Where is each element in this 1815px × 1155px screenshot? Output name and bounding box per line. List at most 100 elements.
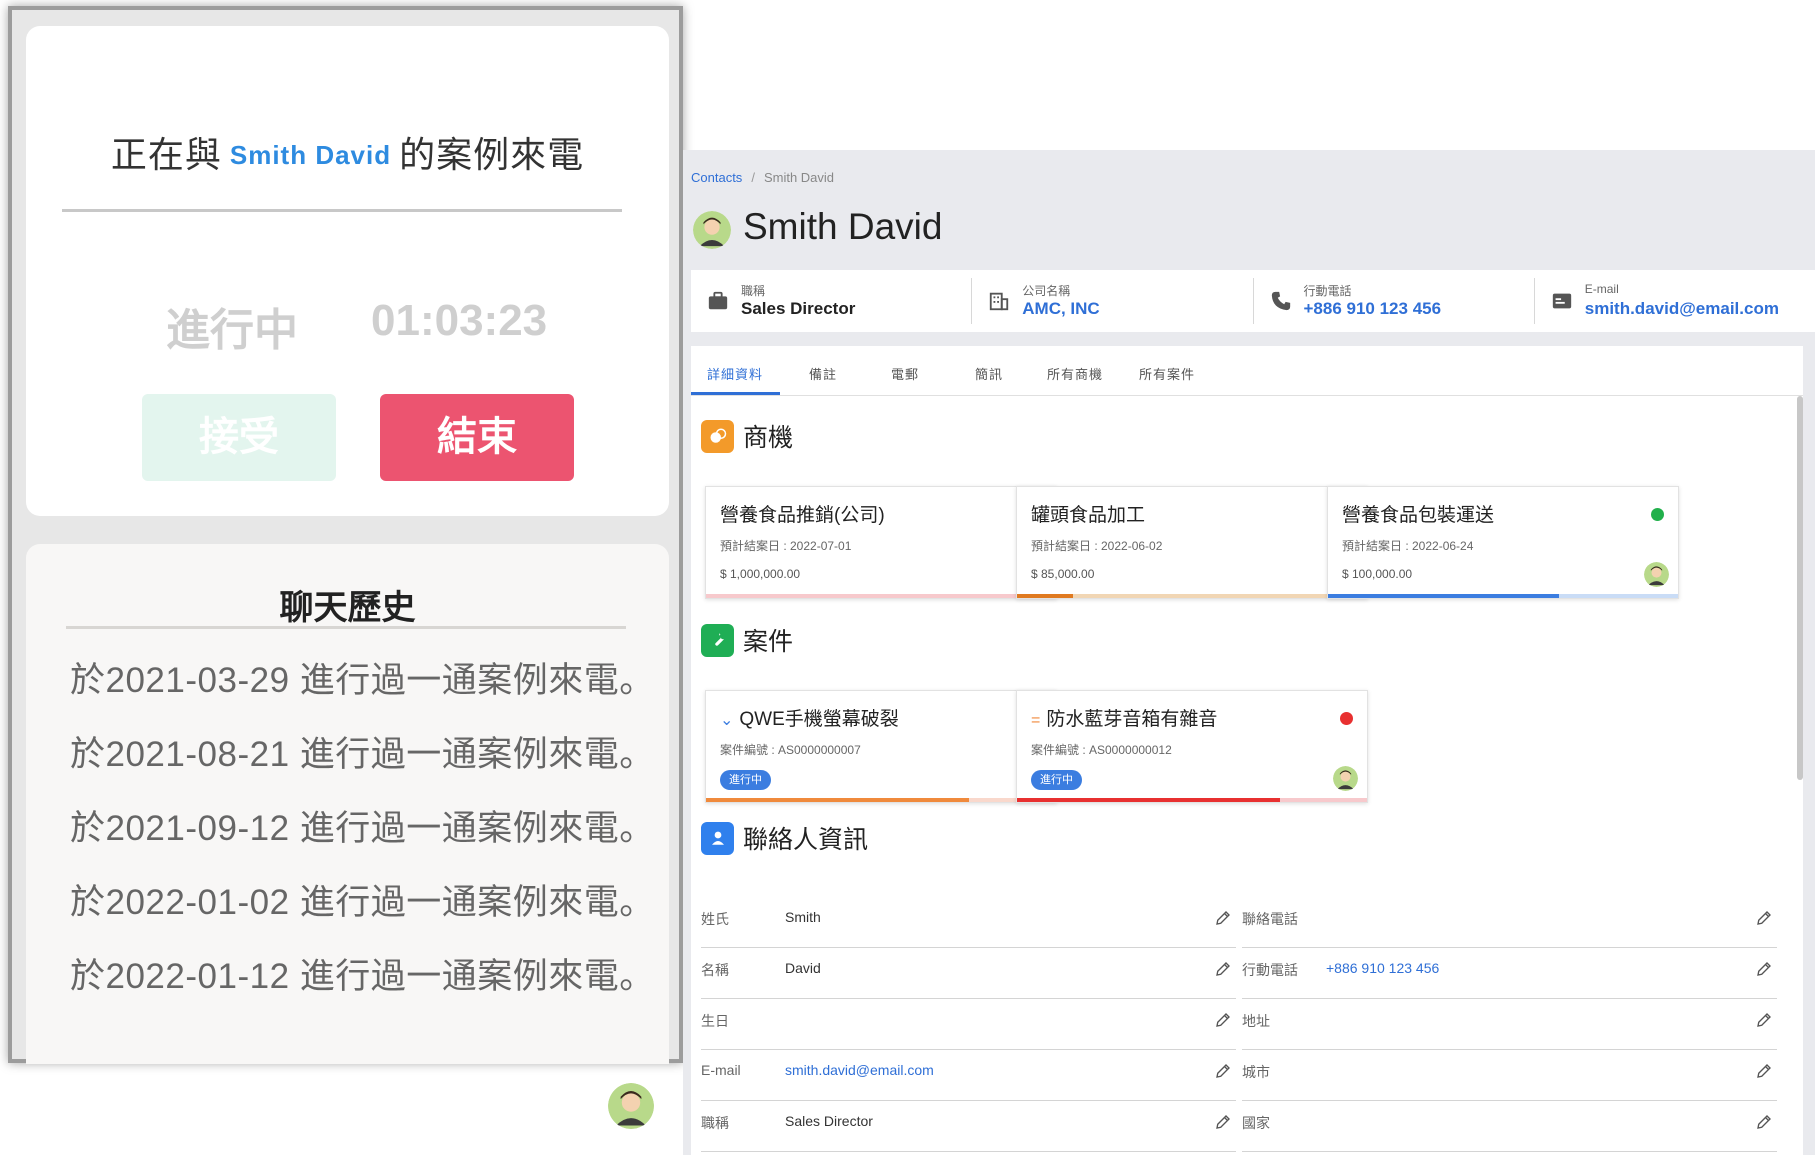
tab-active-indicator [691,392,780,395]
equals-icon: = [1031,712,1041,729]
history-item: 於2021-08-21 進行過一通案例來電。 [70,735,655,774]
opportunity-title: 罐頭食品加工 [1031,505,1146,526]
chat-history-card: 聊天歷史 於2021-03-29 進行過一通案例來電。 於2021-08-21 … [26,544,669,1064]
field-phone: 聯絡電話 [1242,897,1777,948]
field-label: 職稱 [701,1115,729,1131]
edit-pencil-icon[interactable] [1755,1113,1773,1131]
info-company: 公司名稱 AMC, INC [972,278,1254,324]
progress-track [1328,594,1678,598]
progress-track [706,594,1056,598]
field-label: 聯絡電話 [1242,911,1298,927]
breadcrumb-contacts-link[interactable]: Contacts [691,170,742,185]
tab-notes[interactable]: 備註 [809,364,837,383]
field-last-name: 姓氏 Smith [701,897,1236,948]
contact-info-section-header: 聯絡人資訊 [701,820,868,856]
history-item: 於2022-01-02 進行過一通案例來電。 [70,883,655,922]
opportunity-card[interactable]: 罐頭食品加工 預計結案日 : 2022-06-02 $ 85,000.00 [1016,486,1368,599]
field-value: Smith [785,909,821,925]
wrench-icon [701,623,734,657]
tab-all-cases[interactable]: 所有案件 [1139,364,1195,383]
cases-section-title: 案件 [743,628,794,656]
edit-pencil-icon[interactable] [1214,1062,1232,1080]
field-label: E-mail [701,1062,741,1078]
user-avatar-icon[interactable] [608,1083,654,1129]
opportunity-close-date: 預計結案日 : 2022-07-01 [720,539,852,553]
field-birthday: 生日 [701,999,1236,1050]
detail-tabs: 詳細資料 備註 電郵 簡訊 所有商機 所有案件 [691,346,1803,396]
case-status-badge: 進行中 [720,770,771,790]
info-email: E-mail smith.david@email.com [1535,278,1815,324]
field-label: 姓氏 [701,911,729,927]
call-divider [62,209,622,212]
opportunity-title: 營養食品包裝運送 [1342,505,1495,526]
opportunity-card[interactable]: 營養食品推銷(公司) 預計結案日 : 2022-07-01 $ 1,000,00… [705,486,1057,599]
mobile-phone-link[interactable]: +886 910 123 456 [1304,299,1442,319]
opportunity-icon [701,419,734,453]
tab-email[interactable]: 電郵 [891,364,919,383]
company-link[interactable]: AMC, INC [1022,299,1099,319]
field-first-name: 名稱 David [701,948,1236,999]
edit-pencil-icon[interactable] [1214,1113,1232,1131]
call-panel: 正在與 Smith David 的案例來電 進行中 01:03:23 接受 結束 聊… [8,6,683,1064]
call-timer: 01:03:23 [371,296,548,345]
cases-section-header: 案件 [701,622,793,658]
chevron-down-icon: ⌄ [720,712,734,729]
building-icon [990,292,1009,311]
info-label: E-mail [1584,282,1619,296]
case-title-text: QWE手機螢幕破裂 [739,709,899,730]
edit-pencil-icon[interactable] [1755,960,1773,978]
field-value: David [785,960,821,976]
field-label: 城市 [1242,1064,1270,1080]
crm-contact-page: Contacts / Smith David Smith David 職稱 Sale… [683,150,1815,1155]
call-status: 進行中 [166,306,298,355]
info-value: Sales Director [741,299,856,318]
end-call-button[interactable]: 結束 [380,394,574,481]
progress-track [1017,798,1367,802]
phone-icon [1271,291,1290,311]
field-label: 名稱 [701,962,729,978]
info-label: 職稱 [741,284,766,298]
progress-fill [706,798,969,802]
case-number: 案件編號 : AS0000000007 [720,743,861,757]
case-status-badge: 進行中 [1031,770,1082,790]
opportunity-card[interactable]: 營養食品包裝運送 預計結案日 : 2022-06-24 $ 100,000.00 [1327,486,1679,599]
history-item: 於2021-03-29 進行過一通案例來電。 [70,661,655,700]
contact-name-heading: Smith David [743,206,943,247]
field-address: 地址 [1242,999,1777,1050]
edit-pencil-icon[interactable] [1214,960,1232,978]
field-job-title: 職稱 Sales Director [701,1101,1236,1152]
case-card[interactable]: ⌄ QWE手機螢幕破裂 案件編號 : AS0000000007 進行中 [705,690,1057,803]
opportunity-close-date: 預計結案日 : 2022-06-02 [1031,539,1163,553]
edit-pencil-icon[interactable] [1755,909,1773,927]
edit-pencil-icon[interactable] [1214,909,1232,927]
contact-info-strip: 職稱 Sales Director 公司名稱 AMC, INC 行動電話 +88… [691,270,1815,332]
tab-all-opportunities[interactable]: 所有商機 [1047,364,1103,383]
field-label: 行動電話 [1242,962,1298,978]
person-icon [701,821,734,855]
history-item: 於2021-09-12 進行過一通案例來電。 [70,809,655,848]
field-label: 國家 [1242,1115,1270,1131]
edit-pencil-icon[interactable] [1755,1011,1773,1029]
call-contact-name[interactable]: Smith David [230,140,391,170]
field-city: 城市 [1242,1050,1777,1101]
tab-details[interactable]: 詳細資料 [707,364,763,383]
detail-panel: 詳細資料 備註 電郵 簡訊 所有商機 所有案件 商機 營養食品推銷(公司) 預計… [691,346,1803,1155]
opportunity-close-date: 預計結案日 : 2022-06-24 [1342,539,1474,553]
scrollbar[interactable] [1797,396,1803,780]
edit-pencil-icon[interactable] [1214,1011,1232,1029]
history-item: 於2022-01-12 進行過一通案例來電。 [70,957,655,996]
opportunity-title: 營養食品推銷(公司) [720,505,885,526]
info-job-title: 職稱 Sales Director [691,278,973,324]
field-email: E-mail smith.david@email.com [701,1050,1236,1101]
tab-sms[interactable]: 簡訊 [975,364,1003,383]
info-label: 公司名稱 [1022,284,1071,298]
email-link[interactable]: smith.david@email.com [1585,299,1779,319]
case-card[interactable]: = 防水藍芽音箱有雜音 案件編號 : AS0000000012 進行中 [1016,690,1368,803]
field-email-link[interactable]: smith.david@email.com [785,1062,934,1078]
owner-avatar-icon [1644,562,1669,587]
call-title: 正在與 Smith David 的案例來電 [26,126,669,178]
opportunities-section-title: 商機 [743,424,794,452]
accept-button[interactable]: 接受 [142,394,336,481]
field-mobile-link[interactable]: +886 910 123 456 [1326,960,1439,976]
edit-pencil-icon[interactable] [1755,1062,1773,1080]
